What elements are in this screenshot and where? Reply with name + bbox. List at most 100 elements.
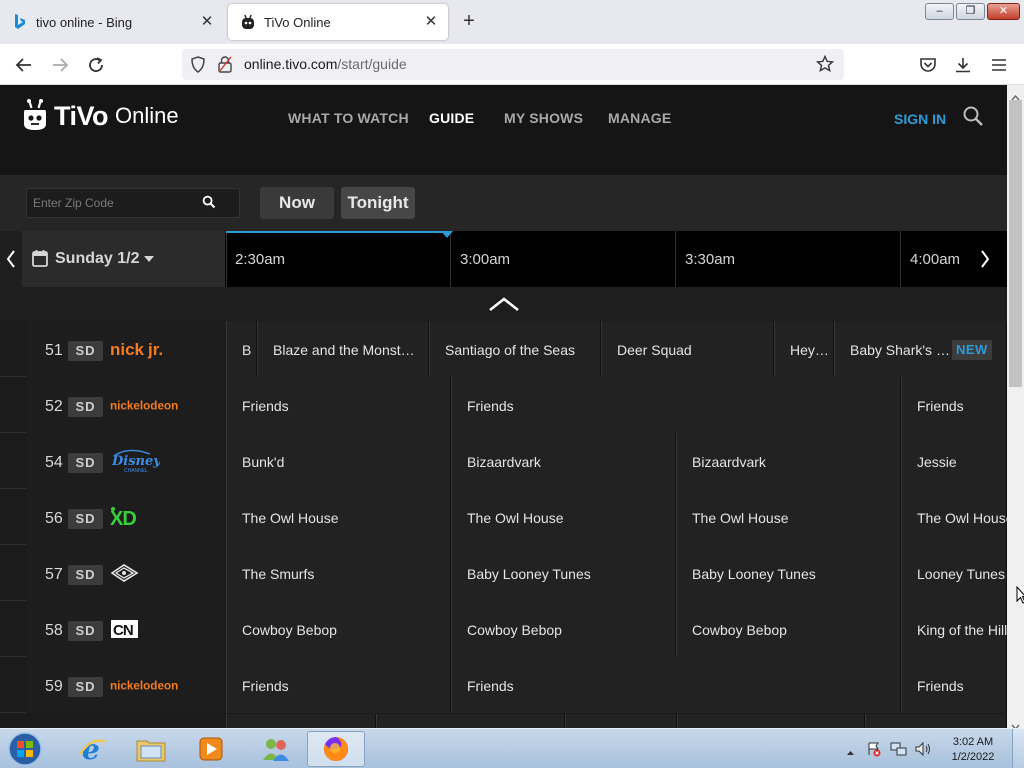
channel-cell[interactable]: 57 SD <box>26 545 226 601</box>
show-cell[interactable]: Bizaardvark <box>676 433 901 489</box>
window-close-button[interactable]: ✕ <box>987 3 1020 20</box>
show-hidden-icons[interactable] <box>846 743 855 761</box>
show-cell[interactable] <box>865 714 1007 728</box>
downloads-icon[interactable] <box>951 53 975 77</box>
show-cell[interactable]: Jessie <box>901 433 1007 489</box>
close-tab-icon[interactable]: ✕ <box>198 13 216 31</box>
url-text[interactable]: online.tivo.com/start/guide <box>244 56 407 72</box>
show-cell[interactable]: The Owl House <box>676 489 901 545</box>
show-cell[interactable]: Baby Shark's B… NEW <box>834 321 1007 377</box>
show-cell[interactable]: Friends <box>901 657 1007 713</box>
nav-my-shows[interactable]: MY SHOWS <box>504 110 583 126</box>
shield-icon[interactable] <box>190 56 206 78</box>
date-picker[interactable]: Sunday 1/2 <box>22 231 225 287</box>
channel-number: 59 <box>45 678 63 695</box>
next-time-button[interactable] <box>970 231 1000 287</box>
channel-cell[interactable]: 56 SD XD <box>26 489 226 545</box>
tab-bing[interactable]: tivo online - Bing ✕ <box>0 4 224 40</box>
channel-cell[interactable]: 52 SD nickelodeon <box>26 377 226 433</box>
new-tab-button[interactable]: + <box>458 10 480 32</box>
show-cell[interactable]: The Owl House <box>226 489 451 545</box>
show-cell[interactable]: The Owl House <box>901 489 1007 545</box>
show-cell[interactable]: Cowboy Bebop <box>451 601 676 657</box>
nav-guide[interactable]: GUIDE <box>429 110 474 126</box>
tivo-logo[interactable]: TiVo Online <box>22 99 179 133</box>
channel-cell[interactable]: 58 SD CN <box>26 601 226 657</box>
boomerang-logo <box>110 560 180 586</box>
show-cell[interactable]: Friends <box>451 377 901 433</box>
maximize-button[interactable]: ❐ <box>956 3 985 20</box>
show-cell[interactable]: Friends <box>451 657 901 713</box>
taskbar-windows-explorer[interactable] <box>122 731 180 767</box>
zip-search-icon[interactable] <box>202 195 216 214</box>
channel-number: 57 <box>45 566 63 583</box>
show-cell[interactable]: Cowboy Bebop <box>226 601 451 657</box>
show-cell[interactable]: The Owl House <box>451 489 676 545</box>
channel-cell[interactable]: 51 SD nick jr. <box>26 321 226 377</box>
show-cell[interactable] <box>677 714 865 728</box>
reload-icon[interactable] <box>84 53 108 77</box>
show-cell[interactable]: Santiago of the Seas <box>429 321 601 377</box>
tonight-button[interactable]: Tonight <box>341 187 415 219</box>
svg-text:nickelodeon: nickelodeon <box>110 678 178 692</box>
show-cell[interactable]: King of the Hill <box>901 601 1007 657</box>
show-cell[interactable]: Baby Looney Tunes <box>451 545 676 601</box>
show-cell[interactable] <box>565 714 677 728</box>
system-clock[interactable]: 3:02 AM 1/2/2022 <box>942 735 1004 765</box>
start-button[interactable] <box>4 730 46 768</box>
scrollbar-thumb[interactable] <box>1009 100 1022 387</box>
show-cell[interactable]: The Smurfs <box>226 545 451 601</box>
tab-tivo-online[interactable]: TiVo Online ✕ <box>228 4 448 40</box>
show-title: Baby Looney Tunes <box>692 566 816 582</box>
show-cell[interactable]: B <box>226 321 257 377</box>
bookmark-star-icon[interactable] <box>815 54 835 78</box>
show-cell[interactable]: Baby Looney Tunes <box>676 545 901 601</box>
show-cell[interactable] <box>376 714 565 728</box>
action-center-icon[interactable] <box>866 741 882 762</box>
address-bar[interactable]: online.tivo.com/start/guide <box>182 49 844 80</box>
show-cell[interactable] <box>226 714 376 728</box>
taskbar-media-player[interactable] <box>182 731 240 767</box>
show-cell[interactable]: Blaze and the Monster … <box>257 321 429 377</box>
permissions-icon[interactable] <box>218 56 232 78</box>
date-label: Sunday 1/2 <box>55 250 140 267</box>
nav-what-to-watch[interactable]: WHAT TO WATCH <box>288 110 409 126</box>
close-tab-icon[interactable]: ✕ <box>422 13 440 31</box>
minimize-button[interactable]: – <box>925 3 954 20</box>
show-cell[interactable]: Bizaardvark <box>451 433 676 489</box>
channel-cell[interactable]: 54 SD Disney CHANNEL <box>26 433 226 489</box>
nav-manage[interactable]: MANAGE <box>608 110 671 126</box>
show-cell[interactable]: Friends <box>901 377 1007 433</box>
show-desktop-button[interactable] <box>1012 729 1024 768</box>
previous-time-button[interactable] <box>0 231 22 287</box>
show-cell[interactable]: Bunk'd <box>226 433 451 489</box>
taskbar-people[interactable] <box>247 731 305 767</box>
show-title: Bunk'd <box>242 454 285 470</box>
network-icon[interactable] <box>890 741 908 762</box>
show-cell[interactable]: Cowboy Bebop <box>676 601 901 657</box>
sign-in-link[interactable]: SIGN IN <box>894 111 946 127</box>
tab-title: TiVo Online <box>264 14 331 30</box>
menu-icon[interactable] <box>987 53 1011 77</box>
bing-icon <box>12 14 28 30</box>
show-cell[interactable]: Friends <box>226 657 451 713</box>
page-scrollbar[interactable] <box>1007 85 1024 731</box>
taskbar-firefox[interactable] <box>307 731 365 767</box>
show-title: Bizaardvark <box>692 454 766 470</box>
time-slot: 2:30am <box>226 231 450 287</box>
search-icon[interactable] <box>962 105 984 132</box>
now-button[interactable]: Now <box>260 187 334 219</box>
channel-cell[interactable]: 59 SD nickelodeon <box>26 657 226 713</box>
show-cell[interactable]: Friends <box>226 377 451 433</box>
volume-icon[interactable] <box>914 741 932 762</box>
show-cell[interactable]: Hey… <box>774 321 834 377</box>
taskbar-internet-explorer[interactable]: e <box>64 731 122 767</box>
show-title: The Owl House <box>242 510 339 526</box>
zip-code-input[interactable] <box>33 194 198 212</box>
show-cell[interactable]: Deer Squad <box>601 321 774 377</box>
show-cell[interactable]: Looney Tunes <box>901 545 1007 601</box>
back-icon[interactable] <box>12 53 36 77</box>
pocket-icon[interactable] <box>916 53 940 77</box>
forward-icon[interactable] <box>48 53 72 77</box>
scroll-up-button[interactable] <box>0 287 1007 321</box>
